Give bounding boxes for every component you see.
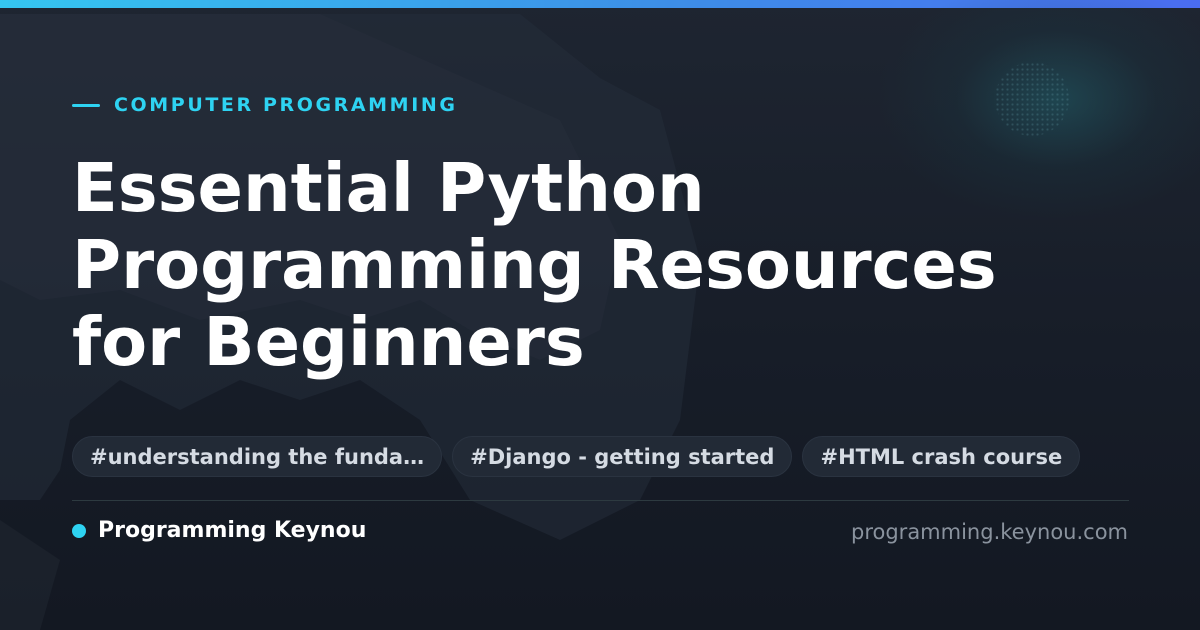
- tag-chip: #understanding the funda…: [72, 436, 443, 477]
- category-label: COMPUTER PROGRAMMING: [114, 94, 458, 116]
- og-card: COMPUTER PROGRAMMING Essential Python Pr…: [0, 0, 1200, 630]
- dot-pattern-decoration: [995, 62, 1069, 136]
- tag-chip: #HTML crash course: [802, 436, 1081, 477]
- title-line-3: for Beginners: [72, 303, 585, 381]
- page-title: Essential Python Programming Resources f…: [72, 150, 1132, 381]
- category-eyebrow: COMPUTER PROGRAMMING: [72, 94, 458, 116]
- tag-list: #understanding the funda… #Django - gett…: [72, 436, 1090, 477]
- brand-name: Programming Keynou: [98, 518, 367, 543]
- title-line-1: Essential Python: [72, 149, 705, 227]
- brand: Programming Keynou: [72, 518, 366, 543]
- brand-dot-icon: [72, 523, 86, 538]
- tag-chip: #Django - getting started: [452, 436, 793, 477]
- footer-divider: [72, 500, 1129, 501]
- site-url: programming.keynou.com: [851, 520, 1128, 544]
- title-line-2: Programming Resources: [72, 226, 997, 304]
- eyebrow-dash-icon: [72, 103, 100, 107]
